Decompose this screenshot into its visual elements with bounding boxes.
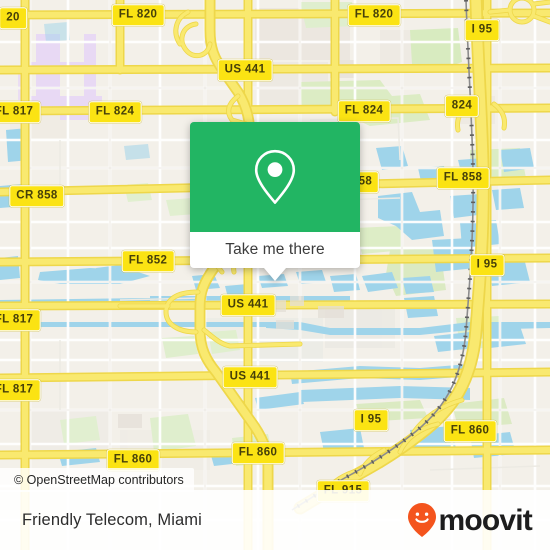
road-shield: 824 (444, 95, 480, 117)
road-shield: FL 860 (231, 442, 285, 464)
road-shield: CR 858 (9, 185, 65, 207)
moovit-wordmark: moovit (438, 504, 532, 537)
road-shield: FL 817 (0, 379, 41, 401)
road-shield: FL 860 (443, 420, 497, 442)
road-shield: US 441 (217, 59, 273, 81)
road-shield: FL 858 (436, 167, 490, 189)
road-shield: I 95 (353, 409, 389, 431)
road-shield: I 95 (464, 19, 500, 41)
map-screenshot: 20 FL 820 FL 820 I 95 US 441 FL 817 FL 824 FL 8… (0, 0, 550, 550)
moovit-logo[interactable]: moovit (407, 502, 533, 538)
road-shield: FL 820 (347, 4, 401, 26)
road-shield: US 441 (220, 294, 276, 316)
road-shield: US 441 (222, 366, 278, 388)
callout-image-panel (190, 122, 360, 232)
road-shield: FL 824 (337, 100, 391, 122)
road-shield: FL 817 (0, 101, 41, 123)
callout-pointer-tail (264, 268, 286, 281)
road-shield: 20 (0, 7, 27, 29)
osm-attribution[interactable]: © OpenStreetMap contributors (0, 468, 194, 493)
footer-bar: Friendly Telecom, Miami moovit (0, 490, 550, 550)
road-shield: I 95 (469, 254, 505, 276)
road-shield: FL 824 (88, 101, 142, 123)
road-shield: FL 820 (111, 4, 165, 26)
moovit-smiley-pin-icon (407, 502, 437, 538)
callout-action-bar[interactable]: Take me there (190, 232, 360, 268)
place-title: Friendly Telecom, Miami (22, 510, 202, 529)
road-shield: FL 852 (121, 250, 175, 272)
location-callout-card[interactable]: Take me there (190, 122, 360, 281)
take-me-there-label: Take me there (225, 241, 325, 258)
road-shield: FL 817 (0, 309, 41, 331)
map-pin-icon (252, 148, 298, 206)
